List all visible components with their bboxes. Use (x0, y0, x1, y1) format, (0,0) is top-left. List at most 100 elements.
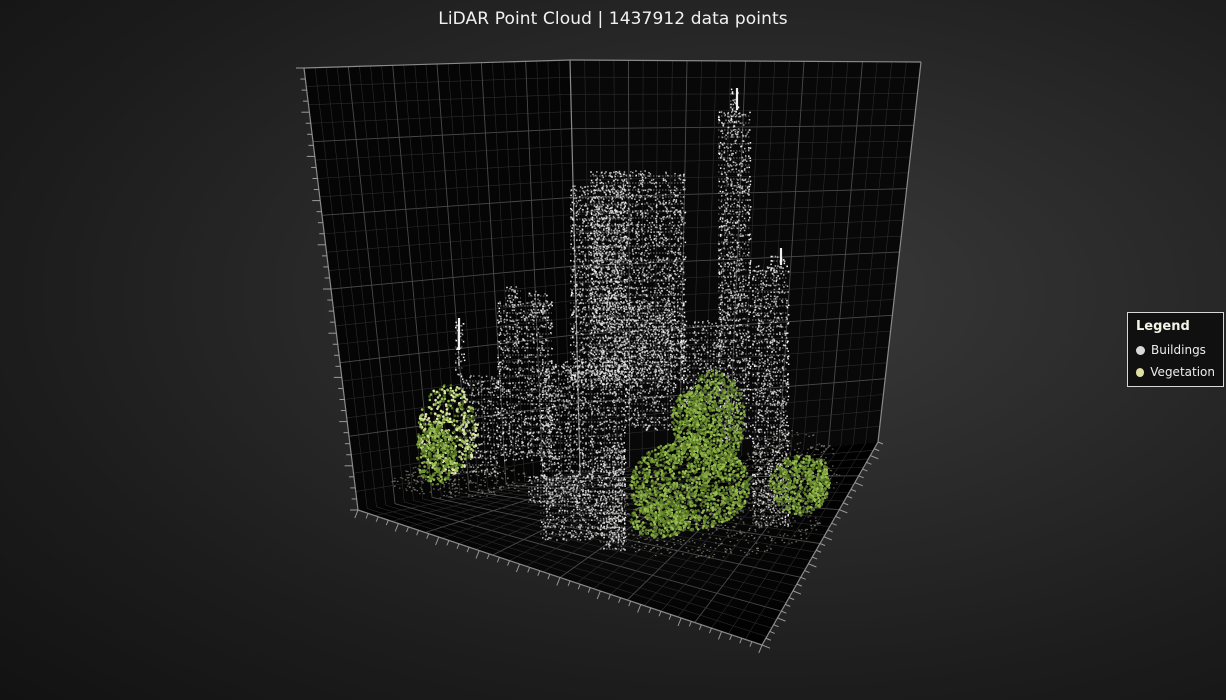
building-point (601, 208, 603, 210)
building-point (623, 171, 626, 173)
ground-point (398, 487, 401, 489)
ground-point (412, 472, 415, 474)
building-point (738, 324, 741, 326)
building-point (725, 222, 728, 225)
building-point (718, 118, 720, 121)
building-point (737, 320, 740, 322)
ground-point (766, 545, 768, 547)
building-point (619, 313, 621, 315)
ground-point (726, 489, 728, 491)
building-point (617, 359, 620, 361)
building-point (645, 262, 648, 265)
building-point (601, 305, 603, 307)
building-point (583, 272, 586, 275)
point-cloud-plot[interactable] (0, 0, 1226, 700)
building-point (655, 211, 658, 214)
ground-point (477, 474, 480, 477)
building-point (742, 351, 744, 354)
building-point (651, 207, 653, 209)
building-point (605, 278, 608, 280)
building-point (733, 287, 736, 290)
building-point (728, 212, 730, 215)
building-point (675, 347, 678, 350)
building-point (749, 263, 751, 265)
building-point (738, 349, 741, 352)
ground-point (496, 476, 498, 478)
building-point (718, 355, 720, 357)
ground-point (505, 482, 508, 484)
building-point (582, 371, 585, 373)
ground-point (469, 479, 472, 482)
building-point (748, 274, 751, 277)
building-point (625, 227, 628, 229)
building-point (678, 253, 680, 255)
ground-point (715, 527, 718, 529)
building-point (592, 338, 594, 341)
building-point (594, 292, 596, 294)
building-point (619, 172, 622, 175)
building-point (582, 333, 584, 336)
building-point (652, 330, 655, 333)
building-point (737, 303, 740, 305)
building-point (673, 260, 676, 263)
ground-point (407, 480, 410, 482)
ground-point (506, 468, 508, 470)
ground-point (747, 452, 749, 455)
building-point (731, 216, 733, 219)
building-point (621, 324, 623, 326)
building-point (675, 281, 678, 283)
building-point (647, 213, 649, 215)
building-point (602, 368, 605, 370)
building-point (719, 235, 722, 237)
building-point (663, 272, 665, 274)
ground-point (806, 452, 809, 454)
building-point (624, 255, 626, 257)
building-point (655, 327, 657, 330)
building-point (734, 272, 736, 274)
ground-point (595, 511, 597, 513)
ground-point (507, 485, 510, 487)
building-point (745, 189, 747, 191)
building-point (621, 249, 624, 251)
building-point (652, 178, 655, 181)
building-point (624, 295, 627, 297)
building-point (579, 230, 582, 232)
building-point (732, 371, 735, 373)
ground-point (759, 462, 762, 464)
building-point (638, 300, 641, 302)
ground-point (672, 507, 674, 509)
ground-point (637, 541, 640, 543)
building-point (575, 308, 578, 310)
tick-mark (618, 597, 622, 603)
tick-mark (749, 641, 753, 647)
ground-point (697, 555, 700, 557)
building-point (749, 367, 751, 370)
building-point (634, 186, 636, 188)
ground-point (470, 481, 472, 483)
building-point (611, 176, 613, 178)
building-point (598, 360, 601, 362)
building-point (582, 219, 584, 222)
building-point (672, 192, 675, 194)
ground-point (751, 550, 754, 553)
ground-point (453, 478, 456, 480)
ground-point (604, 508, 606, 510)
building-point (621, 321, 624, 324)
building-point (730, 280, 732, 283)
tick-mark (781, 610, 787, 614)
building-point (676, 334, 679, 337)
building-point (726, 228, 728, 231)
building-point (612, 376, 614, 378)
building-point (613, 229, 615, 232)
building-point (580, 251, 583, 253)
building-point (579, 195, 581, 198)
building-point (640, 335, 643, 337)
building-point (742, 280, 744, 283)
building-point (597, 257, 600, 259)
building-point (678, 275, 681, 277)
building-point (641, 214, 644, 216)
ground-point (517, 490, 520, 492)
building-point (743, 204, 746, 207)
building-point (744, 295, 747, 297)
building-point (666, 268, 669, 270)
